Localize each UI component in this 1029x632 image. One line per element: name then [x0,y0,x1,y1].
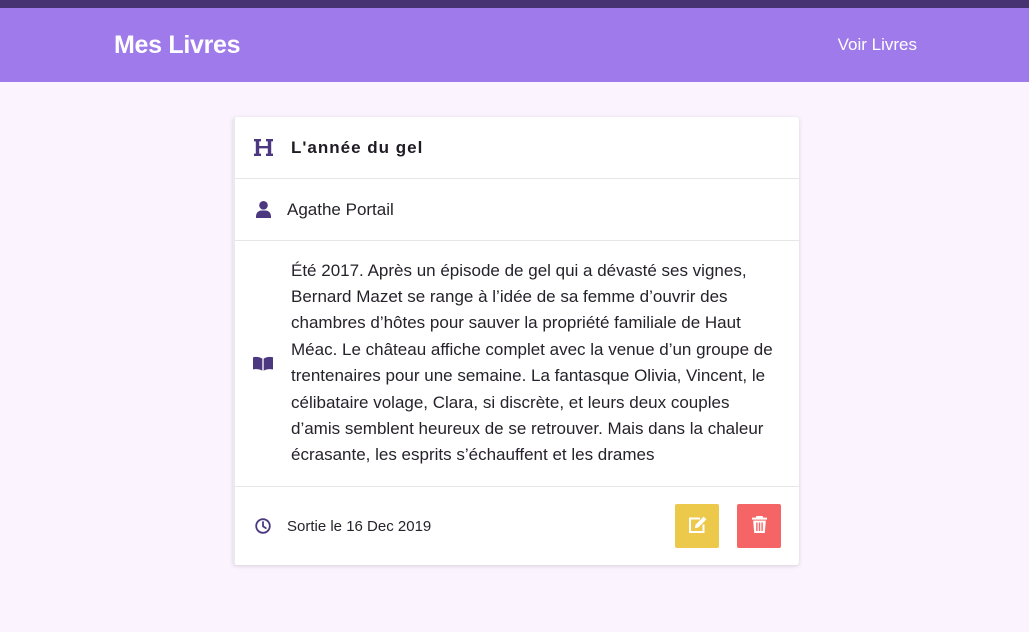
trash-icon [751,516,767,536]
navbar: Mes Livres Voir Livres [0,8,1029,82]
release-date: Sortie le 16 Dec 2019 [287,517,432,535]
delete-button[interactable] [737,504,781,548]
book-open-icon [253,356,273,371]
brand-logo[interactable]: Mes Livres [114,31,241,60]
book-author-row: Agathe Portail [235,179,799,241]
book-footer-row: Sortie le 16 Dec 2019 [235,487,799,565]
book-title: L'année du gel [291,137,424,157]
book-card: L'année du gel Agathe Portail Été 2017. … [233,117,799,565]
nav-link-voir-livres[interactable]: Voir Livres [838,35,917,55]
user-icon [253,201,273,218]
book-title-row: L'année du gel [235,117,799,179]
top-strip [0,0,1029,8]
clock-icon [253,518,273,534]
book-description-row: Été 2017. Après un épisode de gel qui a … [235,241,799,487]
book-description: Été 2017. Après un épisode de gel qui a … [291,260,773,465]
edit-icon [688,516,707,536]
heading-icon [253,139,273,156]
edit-button[interactable] [675,504,719,548]
book-author: Agathe Portail [287,199,394,219]
